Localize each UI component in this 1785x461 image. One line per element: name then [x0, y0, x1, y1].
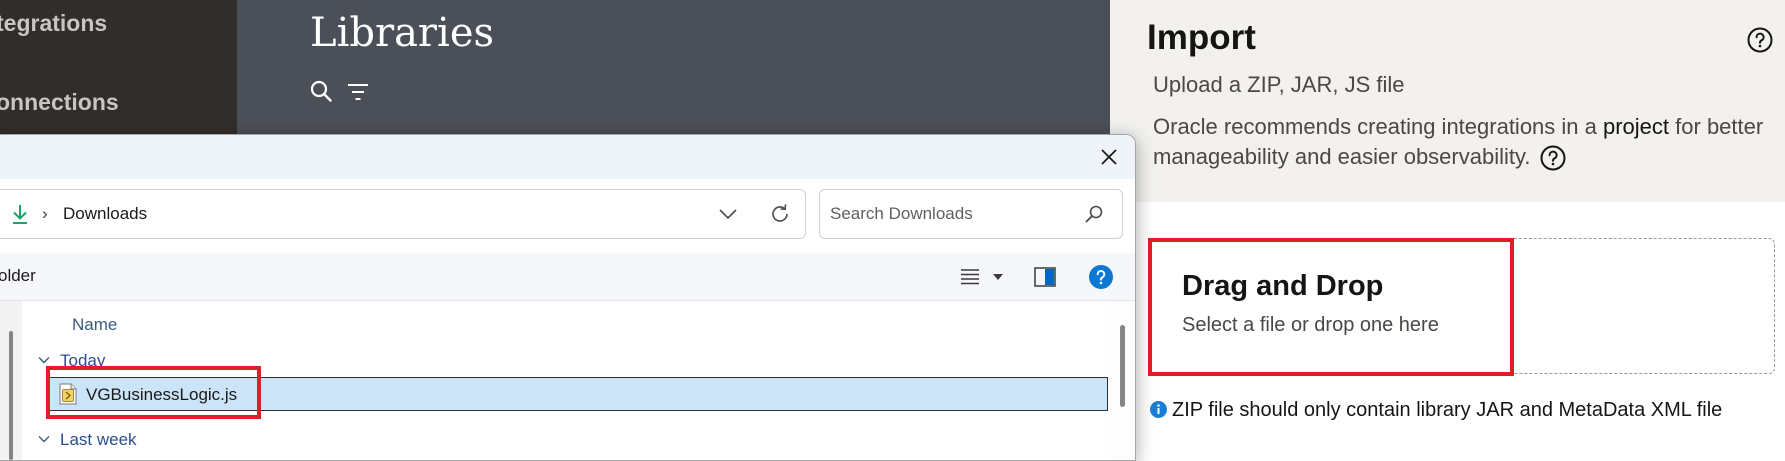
scrollbar-thumb[interactable]	[1120, 325, 1125, 407]
breadcrumb-downloads[interactable]: Downloads	[63, 204, 147, 224]
help-icon[interactable]	[1089, 265, 1113, 289]
new-folder-button[interactable]: older	[0, 266, 36, 286]
caret-down-icon[interactable]	[993, 274, 1003, 280]
import-subtitle: Upload a ZIP, JAR, JS file	[1153, 72, 1405, 97]
breadcrumb-separator: ›	[42, 204, 48, 223]
column-header-name[interactable]: Name	[72, 315, 117, 335]
close-icon[interactable]	[1096, 144, 1122, 170]
recommendation-prefix: Oracle recommends creating integrations …	[1153, 114, 1603, 139]
page-title: Libraries	[310, 10, 495, 56]
address-bar[interactable]: › Downloads	[0, 189, 806, 239]
file-list: Name Today VGBusinessLogic.js Last week	[0, 301, 1135, 460]
annotation-highlight-box	[1148, 238, 1514, 376]
help-icon[interactable]	[1747, 27, 1773, 53]
nav-item-connections[interactable]: onnections	[0, 89, 119, 116]
file-list-scrollbar[interactable]	[1110, 301, 1135, 460]
import-header: Import Upload a ZIP, JAR, JS file Oracle…	[1110, 0, 1785, 202]
import-drawer: Import Upload a ZIP, JAR, JS file Oracle…	[1110, 0, 1785, 459]
import-title: Import	[1147, 18, 1256, 57]
dialog-titlebar	[0, 135, 1135, 179]
search-box[interactable]: Search Downloads	[819, 189, 1123, 239]
chevron-down-icon[interactable]	[38, 435, 50, 443]
download-icon	[13, 205, 27, 224]
nav-item-integrations[interactable]: tegrations	[0, 10, 107, 37]
preview-pane-icon[interactable]	[1034, 267, 1056, 287]
info-message: ZIP file should only contain library JAR…	[1172, 399, 1723, 421]
chevron-down-icon[interactable]	[718, 207, 738, 221]
info-icon	[1150, 401, 1167, 418]
file-open-dialog: › Downloads Search Downloads older Name …	[0, 134, 1136, 461]
navigation-pane-scrollbar[interactable]	[0, 301, 22, 460]
command-bar: older	[0, 253, 1135, 301]
help-icon[interactable]	[1540, 145, 1566, 171]
refresh-icon[interactable]	[768, 202, 792, 226]
search-input[interactable]: Search Downloads	[830, 204, 973, 224]
project-link[interactable]: project	[1603, 114, 1669, 139]
annotation-highlight-box	[46, 366, 261, 419]
search-icon[interactable]	[310, 80, 332, 102]
scrollbar-thumb[interactable]	[9, 331, 13, 460]
import-recommendation: Oracle recommends creating integrations …	[1153, 112, 1773, 172]
view-options-icon[interactable]	[960, 268, 980, 286]
group-header-last-week[interactable]: Last week	[60, 430, 137, 450]
filter-icon[interactable]	[347, 82, 369, 102]
chevron-down-icon[interactable]	[38, 356, 50, 364]
search-icon[interactable]	[1084, 204, 1104, 224]
